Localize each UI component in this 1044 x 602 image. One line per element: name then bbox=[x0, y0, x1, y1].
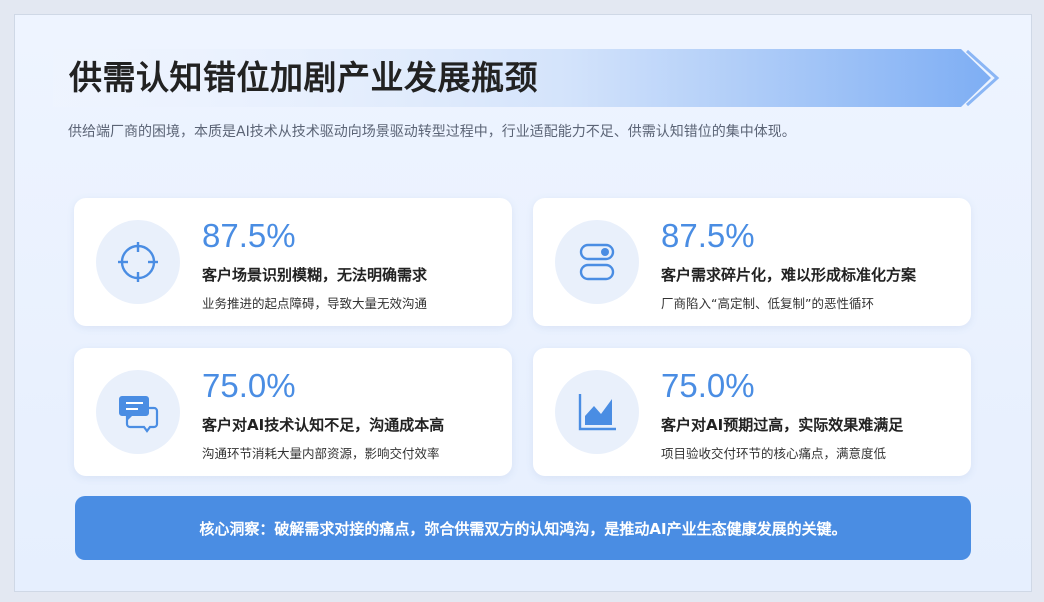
stat-card-expectations: 75.0% 客户对AI预期过高，实际效果难满足 项目验收交付环节的核心痛点，满意… bbox=[533, 348, 971, 476]
stat-value: 75.0% bbox=[661, 367, 755, 404]
stat-heading: 客户对AI预期过高，实际效果难满足 bbox=[661, 416, 904, 434]
stat-heading: 客户对AI技术认知不足，沟通成本高 bbox=[202, 416, 445, 434]
stat-description: 厂商陷入“高定制、低复制”的恶性循环 bbox=[661, 296, 874, 311]
stat-description: 项目验收交付环节的核心痛点，满意度低 bbox=[661, 446, 887, 461]
config-blocks-icon bbox=[579, 243, 615, 281]
chat-bubbles-icon bbox=[119, 396, 159, 433]
icon-badge bbox=[555, 220, 639, 304]
stat-value: 87.5% bbox=[202, 217, 296, 254]
insight-banner: 核心洞察：破解需求对接的痛点，弥合供需双方的认知鸿沟，是推动AI产业生态健康发展… bbox=[75, 496, 971, 560]
icon-badge bbox=[96, 370, 180, 454]
icon-badge bbox=[96, 220, 180, 304]
page-title: 供需认知错位加剧产业发展瓶颈 bbox=[69, 58, 538, 97]
title-banner: 供需认知错位加剧产业发展瓶颈 bbox=[53, 49, 1013, 107]
stat-value: 75.0% bbox=[202, 367, 296, 404]
stat-card-ai-awareness: 75.0% 客户对AI技术认知不足，沟通成本高 沟通环节消耗大量内部资源，影响交… bbox=[74, 348, 512, 476]
icon-badge bbox=[555, 370, 639, 454]
stat-heading: 客户需求碎片化，难以形成标准化方案 bbox=[661, 266, 917, 284]
stat-description: 业务推进的起点障碍，导致大量无效沟通 bbox=[202, 296, 428, 311]
stat-value: 87.5% bbox=[661, 217, 755, 254]
slide: 供需认知错位加剧产业发展瓶颈 供给端厂商的困境，本质是AI技术从技术驱动向场景驱… bbox=[14, 14, 1032, 592]
insight-text: 核心洞察：破解需求对接的痛点，弥合供需双方的认知鸿沟，是推动AI产业生态健康发展… bbox=[199, 519, 847, 538]
crosshair-icon bbox=[118, 242, 158, 282]
page-subtitle: 供给端厂商的困境，本质是AI技术从技术驱动向场景驱动转型过程中，行业适配能力不足… bbox=[68, 124, 796, 140]
stat-card-scene-recognition: 87.5% 客户场景识别模糊，无法明确需求 业务推进的起点障碍，导致大量无效沟通 bbox=[74, 198, 512, 326]
area-chart-icon bbox=[578, 394, 616, 431]
stat-card-fragmented-demand: 87.5% 客户需求碎片化，难以形成标准化方案 厂商陷入“高定制、低复制”的恶性… bbox=[533, 198, 971, 326]
stat-description: 沟通环节消耗大量内部资源，影响交付效率 bbox=[202, 446, 440, 461]
stat-heading: 客户场景识别模糊，无法明确需求 bbox=[202, 266, 428, 284]
